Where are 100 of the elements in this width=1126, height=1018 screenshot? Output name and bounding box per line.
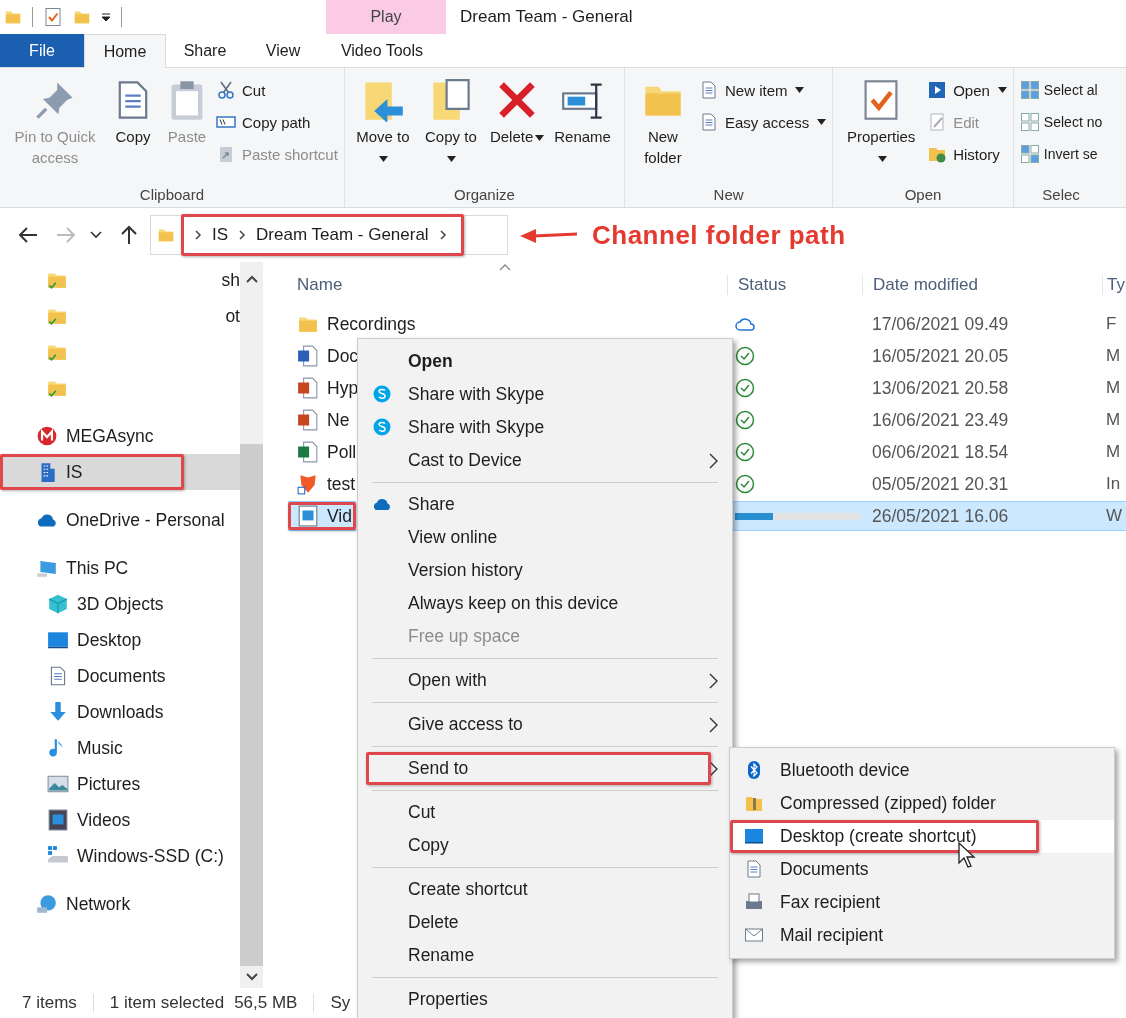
- nav-item[interactable]: Videos: [0, 802, 240, 838]
- scroll-down-icon[interactable]: [244, 972, 259, 982]
- menu-item[interactable]: Desktop (create shortcut): [730, 820, 1114, 853]
- ppt-icon: [297, 377, 319, 399]
- ribbon-button[interactable]: New folder: [630, 74, 695, 186]
- column-header[interactable]: Date modified: [863, 275, 1103, 295]
- file-name: Doc: [327, 345, 359, 367]
- ribbon-button[interactable]: New item: [698, 78, 827, 102]
- menu-item[interactable]: Share: [358, 488, 732, 521]
- menu-item[interactable]: Always keep on this device: [358, 587, 732, 620]
- scroll-up-icon[interactable]: [244, 274, 259, 284]
- nav-item[interactable]: IS: [0, 454, 240, 490]
- word-icon: [297, 345, 319, 367]
- menu-item[interactable]: Rename: [358, 939, 732, 972]
- menu-item[interactable]: Cut: [358, 796, 732, 829]
- scrollbar-thumb[interactable]: [240, 444, 263, 966]
- ribbon-button[interactable]: Invert se: [1019, 142, 1103, 166]
- ribbon-button[interactable]: Select al: [1019, 78, 1103, 102]
- menu-item[interactable]: Fax recipient: [730, 886, 1114, 919]
- caret-icon: [379, 156, 389, 163]
- ribbon-button[interactable]: Copy: [108, 74, 158, 186]
- menu-item[interactable]: Cast to Device: [358, 444, 732, 477]
- menu-item[interactable]: Documents: [730, 853, 1114, 886]
- select-all-icon: [1019, 80, 1040, 100]
- address-bar[interactable]: IS Dream Team - General: [150, 215, 508, 255]
- check-circle-icon: [735, 378, 755, 398]
- ribbon-button[interactable]: Easy access: [698, 110, 827, 134]
- date-cell-text: 05/05/2021 20.31: [871, 472, 1010, 496]
- nav-item[interactable]: ot: [0, 298, 240, 334]
- back-arrow-icon[interactable]: [18, 226, 38, 244]
- column-header[interactable]: Ty: [1103, 275, 1126, 295]
- column-header[interactable]: Status: [728, 275, 863, 295]
- annotation-text: Channel folder path: [592, 219, 846, 251]
- nav-item[interactable]: Pictures: [0, 766, 240, 802]
- nav-item[interactable]: This PC: [0, 550, 240, 586]
- shortcut-icon: [297, 473, 319, 495]
- file-name: Hyp: [327, 377, 359, 399]
- nav-item[interactable]: Documents: [0, 658, 240, 694]
- contextual-tab-header: Play: [326, 0, 446, 34]
- ribbon-tab[interactable]: Share: [166, 34, 244, 67]
- ribbon-button[interactable]: Delete: [486, 74, 548, 186]
- mega-icon: [36, 425, 58, 447]
- ribbon-button[interactable]: Copy to: [418, 74, 483, 186]
- chevron-right-icon: [238, 229, 247, 241]
- menu-item[interactable]: Copy: [358, 829, 732, 862]
- ribbon-tab[interactable]: Home: [84, 34, 166, 68]
- menu-item[interactable]: Bluetooth device: [730, 754, 1114, 787]
- menu-item[interactable]: Send to: [358, 752, 732, 785]
- name-cell[interactable]: Poll: [288, 437, 361, 467]
- name-cell[interactable]: Recordings: [288, 309, 420, 339]
- ribbon-tab[interactable]: Video Tools: [322, 34, 442, 67]
- name-cell[interactable]: test: [288, 469, 360, 499]
- arrow-icon: [520, 227, 578, 243]
- nav-item[interactable]: Network: [0, 886, 240, 922]
- item-count: 7 items: [22, 993, 77, 1013]
- menu-item[interactable]: Delete: [358, 906, 732, 939]
- ribbon-button[interactable]: Cut: [216, 78, 338, 102]
- nav-item[interactable]: 3D Objects: [0, 586, 240, 622]
- dropdown-icon[interactable]: [101, 12, 111, 22]
- ribbon-button[interactable]: Copy path: [216, 110, 338, 134]
- menu-item[interactable]: Compressed (zipped) folder: [730, 787, 1114, 820]
- file-name: Recordings: [327, 313, 416, 335]
- nav-item[interactable]: sh: [0, 262, 240, 298]
- ribbon-button[interactable]: Properties: [839, 74, 924, 186]
- nav-item[interactable]: Music: [0, 730, 240, 766]
- menu-item[interactable]: Open with: [358, 664, 732, 697]
- column-header[interactable]: Name: [287, 275, 728, 295]
- ribbon-tab[interactable]: File: [0, 34, 84, 67]
- file-name: Vid: [327, 505, 352, 527]
- menu-item[interactable]: View online: [358, 521, 732, 554]
- name-cell[interactable]: Vid: [288, 501, 356, 531]
- up-arrow-icon[interactable]: [120, 225, 138, 245]
- name-cell[interactable]: Ne: [288, 405, 354, 435]
- scrollbar[interactable]: [240, 262, 263, 988]
- menu-item[interactable]: Give access to: [358, 708, 732, 741]
- pictures-icon: [47, 773, 69, 795]
- date-cell-text: 06/06/2021 18.54: [871, 440, 1010, 464]
- ribbon-tab[interactable]: View: [244, 34, 322, 67]
- menu-item[interactable]: Properties: [358, 983, 732, 1016]
- breadcrumb[interactable]: Dream Team - General: [256, 225, 429, 245]
- nav-item[interactable]: MEGAsync: [0, 418, 240, 454]
- nav-item[interactable]: Windows-SSD (C:): [0, 838, 240, 874]
- caret-icon: [535, 135, 545, 142]
- menu-item[interactable]: Mail recipient: [730, 919, 1114, 952]
- nav-item[interactable]: Downloads: [0, 694, 240, 730]
- ribbon-button[interactable]: Select no: [1019, 110, 1103, 134]
- breadcrumb[interactable]: IS: [212, 225, 229, 245]
- chevron-down-icon[interactable]: [90, 231, 102, 239]
- ribbon-button[interactable]: History: [927, 142, 1007, 166]
- caret-icon: [447, 156, 457, 163]
- ribbon-button[interactable]: Rename: [551, 74, 614, 186]
- ribbon-button[interactable]: Move to: [350, 74, 415, 186]
- nav-item[interactable]: OneDrive - Personal: [0, 502, 240, 538]
- nav-item[interactable]: Desktop: [0, 622, 240, 658]
- check-circle-icon: [735, 442, 755, 462]
- menu-item[interactable]: Create shortcut: [358, 873, 732, 906]
- ribbon-button[interactable]: Open: [927, 78, 1007, 102]
- selection-info: 1 item selected: [109, 993, 225, 1013]
- menu-item[interactable]: Version history: [358, 554, 732, 587]
- menu-item[interactable]: Share with Skype: [358, 411, 732, 444]
